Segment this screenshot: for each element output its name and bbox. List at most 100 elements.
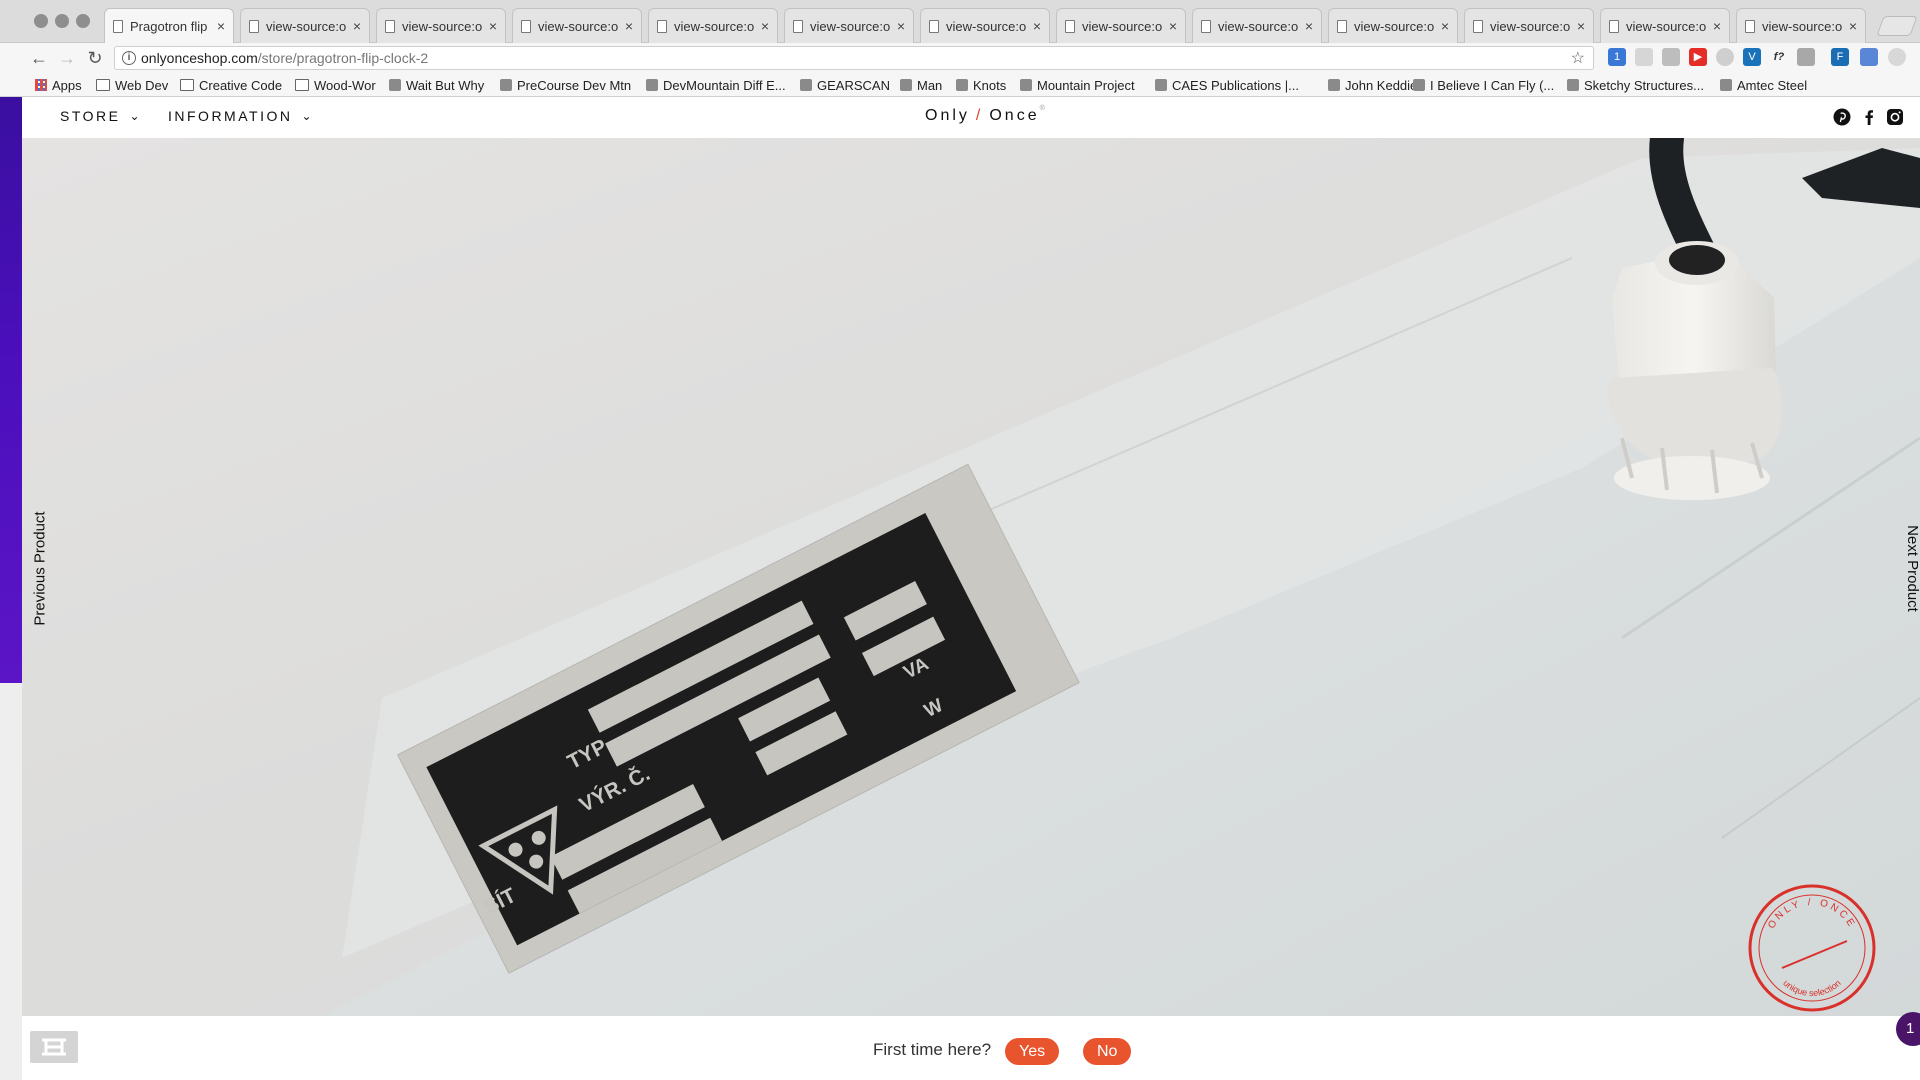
- browser-tab[interactable]: view-source:o ×: [240, 8, 370, 43]
- extension-triangle-icon[interactable]: [1662, 48, 1680, 66]
- yes-button[interactable]: Yes: [1005, 1038, 1060, 1065]
- close-tab-icon[interactable]: ×: [1305, 18, 1313, 34]
- bookmark-label: PreCourse Dev Mtn: [517, 77, 632, 93]
- close-tab-icon[interactable]: ×: [1441, 18, 1449, 34]
- url-path: /store/pragotron-flip-clock-2: [257, 50, 429, 66]
- close-tab-icon[interactable]: ×: [625, 18, 633, 34]
- close-tab-icon[interactable]: ×: [217, 18, 225, 34]
- previous-product-link[interactable]: Previous Product: [32, 511, 49, 625]
- bookmark-item[interactable]: PreCourse Dev Mtn: [500, 76, 631, 94]
- bookmark-item[interactable]: Amtec Steel: [1720, 76, 1807, 94]
- page-icon: [1609, 19, 1619, 33]
- address-bar[interactable]: i onlyonceshop.com/store/pragotron-flip-…: [114, 46, 1594, 70]
- bookmark-label: I Believe I Can Fly (...: [1430, 77, 1555, 93]
- browser-tab[interactable]: view-source:o ×: [920, 8, 1050, 43]
- new-tab-button[interactable]: [1876, 16, 1918, 36]
- bookmark-label: Knots: [973, 77, 1007, 93]
- left-sidebar-strip: [0, 97, 22, 1080]
- extension-loading-icon[interactable]: [1888, 48, 1906, 66]
- instagram-icon[interactable]: [1886, 108, 1904, 126]
- browser-tab[interactable]: view-source:o ×: [1192, 8, 1322, 43]
- f-extension-icon[interactable]: F: [1831, 48, 1849, 66]
- product-photo: [322, 138, 1920, 1016]
- browser-tab[interactable]: view-source:o ×: [1736, 8, 1866, 43]
- site-favicon-icon: [1413, 79, 1425, 91]
- close-tab-icon[interactable]: ×: [1849, 18, 1857, 34]
- back-button[interactable]: ←: [27, 46, 51, 70]
- vue-extension-icon[interactable]: V: [1743, 48, 1761, 66]
- site-logo[interactable]: Only / Once®: [925, 105, 1048, 125]
- facebook-icon[interactable]: [1860, 108, 1878, 126]
- bookmark-item[interactable]: Apps: [35, 76, 82, 94]
- nav-information[interactable]: INFORMATION ⌄: [168, 108, 312, 124]
- seal-bottom-text: unique selection: [1781, 978, 1842, 998]
- bookmark-label: Man: [917, 77, 943, 93]
- bug-extension-icon[interactable]: [1797, 48, 1815, 66]
- nav-store[interactable]: STORE ⌄: [60, 108, 140, 124]
- browser-tab[interactable]: view-source:o ×: [1056, 8, 1186, 43]
- browser-tab[interactable]: view-source:o ×: [1464, 8, 1594, 43]
- page-icon: [793, 19, 803, 33]
- bookmark-item[interactable]: Wait But Why: [389, 76, 484, 94]
- bookmark-item[interactable]: I Believe I Can Fly (...: [1413, 76, 1554, 94]
- extension-counter-icon[interactable]: 1: [1608, 48, 1626, 66]
- bookmark-item[interactable]: John Keddie: [1328, 76, 1417, 94]
- svg-text:ONLY / ONCE: ONLY / ONCE: [1766, 897, 1858, 931]
- extension-circle-icon[interactable]: [1716, 48, 1734, 66]
- close-tab-icon[interactable]: ×: [489, 18, 497, 34]
- close-tab-icon[interactable]: ×: [761, 18, 769, 34]
- folder-icon: [295, 79, 309, 91]
- font-extension-icon[interactable]: f?: [1770, 48, 1788, 66]
- bookmark-item[interactable]: Web Dev: [96, 76, 168, 94]
- site-favicon-icon: [500, 79, 512, 91]
- bookmark-item[interactable]: Creative Code: [180, 76, 282, 94]
- folder-icon: [180, 79, 194, 91]
- tab-title: view-source:o: [1082, 18, 1163, 34]
- close-tab-icon[interactable]: ×: [1033, 18, 1041, 34]
- tab-title: view-source:o: [538, 18, 619, 34]
- extension-grid-icon[interactable]: [1635, 48, 1653, 66]
- bookmark-item[interactable]: DevMountain Diff E...: [646, 76, 786, 94]
- browser-tab[interactable]: view-source:o ×: [784, 8, 914, 43]
- close-window-button[interactable]: [34, 14, 48, 28]
- close-tab-icon[interactable]: ×: [1169, 18, 1177, 34]
- bookmark-item[interactable]: GEARSCAN: [800, 76, 890, 94]
- browser-tab[interactable]: view-source:o ×: [648, 8, 778, 43]
- pinterest-icon[interactable]: [1833, 108, 1851, 126]
- eyedropper-extension-icon[interactable]: [1860, 48, 1878, 66]
- bookmark-label: GEARSCAN: [817, 77, 890, 93]
- browser-tab[interactable]: view-source:o ×: [1600, 8, 1730, 43]
- site-info-icon[interactable]: i: [122, 51, 136, 65]
- reload-button[interactable]: ↻: [83, 46, 107, 70]
- forward-button[interactable]: →: [55, 46, 79, 70]
- minimize-window-button[interactable]: [55, 14, 69, 28]
- zoom-window-button[interactable]: [76, 14, 90, 28]
- tab-title: view-source:o: [1762, 18, 1843, 34]
- bookmark-item[interactable]: Man: [900, 76, 942, 94]
- tab-title: view-source:o: [1490, 18, 1571, 34]
- browser-tab[interactable]: view-source:o ×: [1328, 8, 1458, 43]
- bookmark-item[interactable]: Wood-Wor: [295, 76, 376, 94]
- next-product-link[interactable]: Next Product: [1904, 525, 1920, 612]
- bookmark-label: CAES Publications |...: [1172, 77, 1299, 93]
- browser-tab[interactable]: view-source:o ×: [376, 8, 506, 43]
- browser-tab[interactable]: view-source:o ×: [512, 8, 642, 43]
- youtube-extension-icon[interactable]: ▶: [1689, 48, 1707, 66]
- tab-title: view-source:o: [266, 18, 347, 34]
- no-button[interactable]: No: [1083, 1038, 1132, 1065]
- site-favicon-icon: [1328, 79, 1340, 91]
- browser-tab[interactable]: Pragotron flip ×: [104, 8, 234, 43]
- bookmark-item[interactable]: Mountain Project: [1020, 76, 1135, 94]
- close-tab-icon[interactable]: ×: [897, 18, 905, 34]
- bookmark-item[interactable]: Sketchy Structures...: [1567, 76, 1704, 94]
- close-tab-icon[interactable]: ×: [1713, 18, 1721, 34]
- h-logo-icon[interactable]: [30, 1031, 78, 1063]
- bookmark-item[interactable]: Knots: [956, 76, 1006, 94]
- bookmark-item[interactable]: CAES Publications |...: [1155, 76, 1299, 94]
- bookmark-star-icon[interactable]: ☆: [1571, 48, 1585, 68]
- bookmark-label: Apps: [52, 77, 82, 93]
- close-tab-icon[interactable]: ×: [353, 18, 361, 34]
- bookmark-label: Web Dev: [115, 77, 169, 93]
- logo-mark: ®: [1039, 105, 1048, 112]
- close-tab-icon[interactable]: ×: [1577, 18, 1585, 34]
